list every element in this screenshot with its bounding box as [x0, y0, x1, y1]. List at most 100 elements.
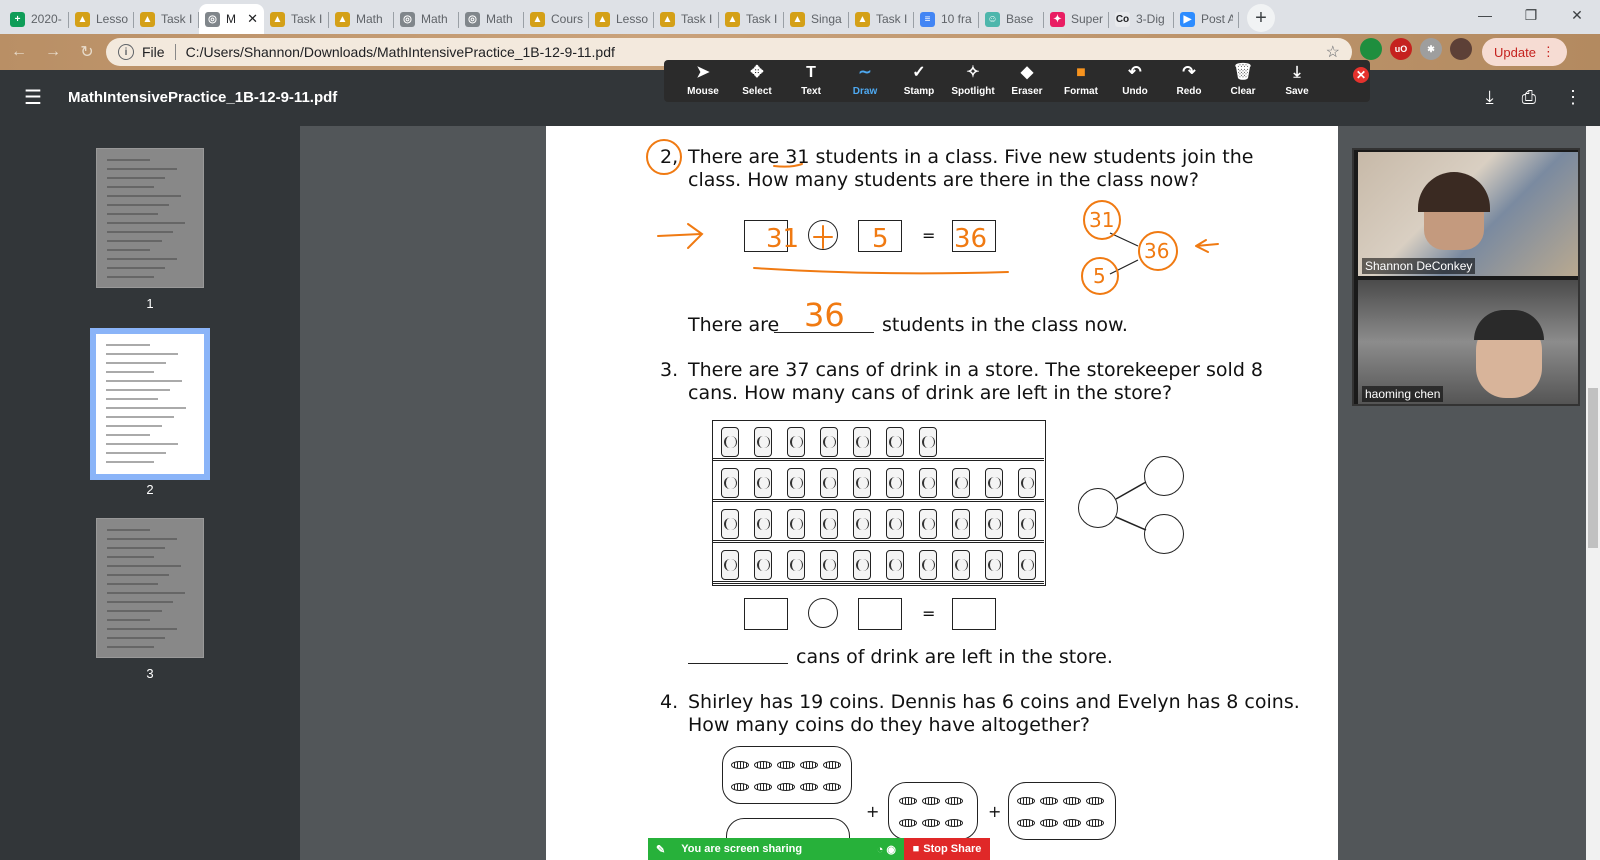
tool-redo-button[interactable]: ↷ Redo — [1162, 60, 1216, 102]
back-button[interactable]: ← — [4, 37, 34, 67]
tab-title: Lesso — [96, 12, 128, 26]
thumbnail-text-line — [107, 186, 154, 188]
tool-eraser-button[interactable]: ◆ Eraser — [1000, 60, 1054, 102]
stop-share-button[interactable]: ■ Stop Share — [904, 838, 990, 860]
coin — [1040, 797, 1058, 805]
tool-draw-button[interactable]: ∼ Draw — [838, 60, 892, 102]
thumbnail-text-line — [106, 380, 182, 382]
more-options-icon[interactable]: ⋮ — [1564, 87, 1582, 108]
thumbnail-text-line — [107, 177, 165, 179]
tab-10[interactable]: ▲ Task I — [654, 4, 719, 34]
tab-11[interactable]: ▲ Task I — [719, 4, 784, 34]
thumbnail-text-line — [106, 371, 154, 373]
divider — [174, 44, 176, 60]
tab-0[interactable]: +2020- — [4, 4, 69, 34]
tool-mouse-button[interactable]: ➤ Mouse — [676, 60, 730, 102]
tab-1[interactable]: ▲ Lesso — [69, 4, 134, 34]
tab-2[interactable]: ▲ Task I — [134, 4, 199, 34]
thumbnail-text-line — [106, 389, 170, 391]
page-thumbnail-2[interactable] — [90, 328, 210, 480]
tab-3[interactable]: ◎ M ✕ — [199, 4, 264, 34]
tool-format-button[interactable]: ■ Format — [1054, 60, 1108, 102]
coin — [731, 761, 749, 769]
minimize-button[interactable]: — — [1462, 0, 1508, 30]
q3-answer-blank[interactable] — [688, 663, 788, 664]
tool-label: Format — [1064, 86, 1098, 97]
sheets-icon: + — [10, 11, 25, 27]
globe-icon: ◎ — [400, 11, 415, 27]
new-tab-button[interactable]: + — [1247, 4, 1275, 32]
tab-6[interactable]: ◎ Math — [394, 4, 459, 34]
tool-label: Mouse — [687, 86, 719, 97]
tab-7[interactable]: ◎ Math — [459, 4, 524, 34]
tool-select-button[interactable]: ✥ Select — [730, 60, 784, 102]
scrollbar-thumb[interactable] — [1588, 388, 1598, 548]
page-thumbnail-1[interactable] — [96, 148, 204, 288]
q3-operator-circle[interactable] — [808, 598, 838, 628]
tool-spotlight-button[interactable]: ✧ Spotlight — [946, 60, 1000, 102]
shirley-coins-group — [722, 746, 852, 804]
tool-save-button[interactable]: ⤓ Save — [1270, 60, 1324, 102]
tab-18[interactable]: ▶ Post A — [1174, 4, 1239, 34]
extension-green-icon[interactable] — [1360, 38, 1382, 60]
print-icon[interactable]: ⎙ — [1522, 87, 1536, 108]
tool-clear-button[interactable]: 🗑 Clear — [1216, 60, 1270, 102]
zoom-icon: ▶ — [1180, 11, 1195, 27]
page-number-1: 1 — [146, 296, 154, 311]
classroom-icon: ▲ — [270, 11, 285, 27]
ublock-icon[interactable]: uO — [1390, 38, 1412, 60]
thumbnail-text-line — [107, 258, 177, 260]
tab-16[interactable]: ✦ Super — [1044, 4, 1109, 34]
bookmark-star-icon[interactable]: ☆ — [1326, 42, 1340, 62]
tab-8[interactable]: ▲ Cours — [524, 4, 589, 34]
tab-14[interactable]: ≡ 10 fra — [914, 4, 979, 34]
page-thumbnail-3[interactable] — [96, 518, 204, 658]
tab-5[interactable]: ▲ Math — [329, 4, 394, 34]
profile-avatar[interactable] — [1450, 38, 1472, 60]
q3-box-answer[interactable] — [952, 598, 996, 630]
puzzle-icon[interactable]: ✱ — [1420, 38, 1442, 60]
tab-4[interactable]: ▲ Task I — [264, 4, 329, 34]
thumbnail-text-line — [107, 168, 177, 170]
tab-17[interactable]: Co 3-Dig — [1109, 4, 1174, 34]
reload-button[interactable]: ↻ — [72, 37, 102, 67]
tool-stamp-button[interactable]: ✓ Stamp — [892, 60, 946, 102]
tool-text-button[interactable]: T Text — [784, 60, 838, 102]
close-annotation-button[interactable]: ✕ — [1353, 67, 1369, 83]
tool-label: Select — [742, 86, 772, 97]
close-tab-icon[interactable]: ✕ — [247, 11, 258, 27]
restore-button[interactable]: ❐ — [1508, 0, 1554, 30]
q3-box-2[interactable] — [858, 598, 902, 630]
tab-13[interactable]: ▲ Task I — [849, 4, 914, 34]
url-text[interactable]: C:/Users/Shannon/Downloads/MathIntensive… — [186, 44, 615, 60]
tab-9[interactable]: ▲ Lesso — [589, 4, 654, 34]
thumbnail-text-line — [107, 583, 158, 585]
co-icon: Co — [1115, 11, 1130, 27]
tab-15[interactable]: ☺ Base — [979, 4, 1044, 34]
classroom-icon: ▲ — [725, 11, 740, 27]
page-scrollbar[interactable] — [1586, 126, 1600, 860]
video-tile-1[interactable]: Shannon DeConkey — [1358, 152, 1578, 276]
coin — [1063, 797, 1081, 805]
video-tile-2[interactable]: haoming chen — [1358, 280, 1578, 404]
coin — [823, 761, 841, 769]
close-window-button[interactable]: ✕ — [1554, 0, 1600, 30]
tab-12[interactable]: ▲ Singa — [784, 4, 849, 34]
download-icon[interactable]: ⤓ — [1486, 87, 1494, 108]
q3-box-1[interactable] — [744, 598, 788, 630]
page-number-2: 2 — [146, 482, 154, 497]
tool-label: Redo — [1176, 86, 1202, 97]
update-button[interactable]: Update ⋮ — [1482, 38, 1567, 66]
thumbnail-text-line — [107, 267, 165, 269]
sharing-status[interactable]: ✎ You are screen sharing ◔ ◉ — [648, 838, 904, 860]
tab-title: 2020- — [31, 12, 62, 26]
back-arrow-icon: ← — [11, 43, 27, 60]
thumbnail-text-line — [107, 213, 158, 215]
tool-label: Draw — [852, 86, 878, 97]
menu-icon[interactable]: ☰ — [24, 88, 42, 108]
forward-button[interactable]: → — [38, 37, 68, 67]
info-icon[interactable]: i — [118, 44, 134, 60]
tool-undo-button[interactable]: ↶ Undo — [1108, 60, 1162, 102]
tab-title: Post A — [1201, 12, 1233, 26]
tool-label: Undo — [1122, 86, 1148, 97]
